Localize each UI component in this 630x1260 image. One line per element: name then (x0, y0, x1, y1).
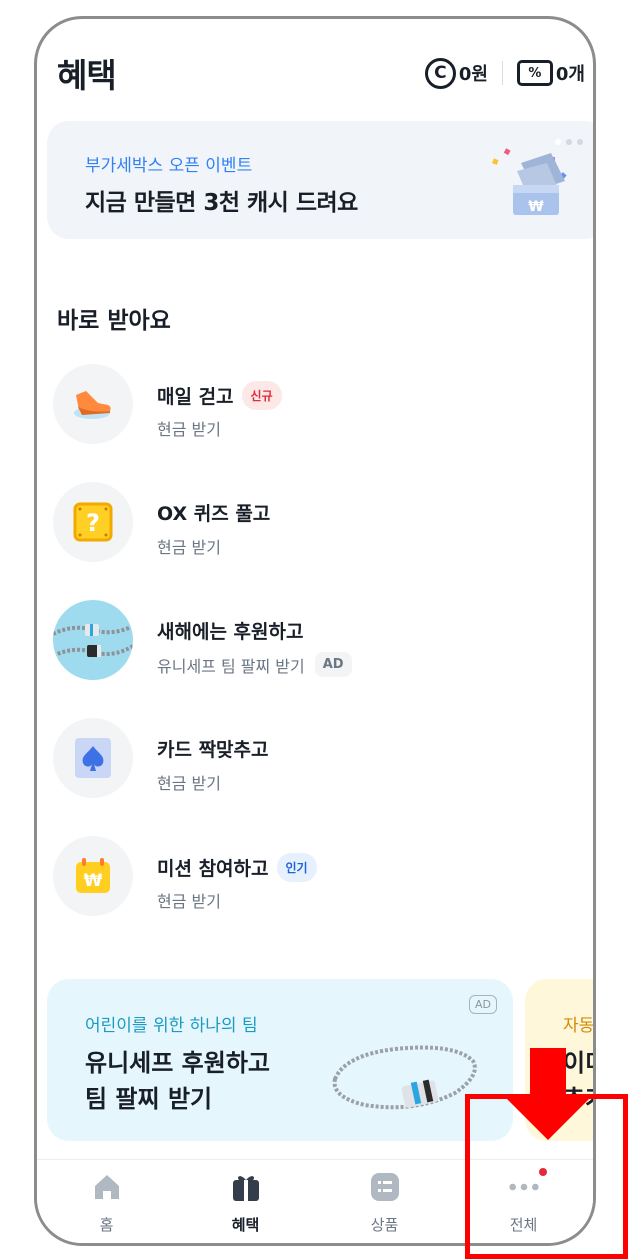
spade-card-icon (53, 718, 133, 798)
promo-subtitle: 어린이를 위한 하나의 팀 (85, 1016, 258, 1036)
new-badge: 신규 (241, 381, 282, 410)
promo2-subtitle: 자동 (563, 1016, 595, 1036)
item-title-text: 매일 걷고 (157, 386, 234, 408)
tab-label: 상품 (370, 1216, 399, 1234)
ad-label: AD (469, 995, 497, 1014)
header: 혜택 C 0원 % 0개 (37, 19, 593, 119)
item-title: 미션 참여하고 인기 (157, 853, 317, 882)
list-item-card-match[interactable]: 카드 짝맞추고 현금 받기 (37, 718, 593, 818)
ad-badge: AD (314, 652, 352, 677)
list-item-unicef[interactable]: 새해에는 후원하고 유니세프 팀 팔찌 받기 AD (37, 600, 593, 700)
coupon-count: 0개 (555, 64, 585, 85)
section-title: 바로 받아요 (57, 308, 171, 334)
calendar-won-icon: ₩ (53, 836, 133, 916)
tab-benefits[interactable]: 혜택 (176, 1160, 315, 1243)
popular-badge: 인기 (276, 853, 317, 882)
cash-balance[interactable]: C 0원 (424, 57, 488, 89)
page-title: 혜택 (57, 56, 117, 95)
question-block-icon: ? (53, 482, 133, 562)
home-icon (90, 1170, 124, 1204)
coupon-balance[interactable]: % 0개 (516, 60, 585, 86)
tab-home[interactable]: 홈 (37, 1160, 176, 1243)
tab-label: 홈 (99, 1216, 114, 1234)
tab-label: 혜택 (231, 1216, 260, 1234)
item-title: 카드 짝맞추고 (157, 739, 269, 761)
promo-title-line2: 팀 팔찌 받기 (85, 1085, 213, 1113)
bracelet-image (53, 600, 133, 680)
list-item-ox-quiz[interactable]: ? OX 퀴즈 풀고 현금 받기 (37, 482, 593, 582)
cash-amount: 0원 (458, 64, 488, 85)
item-desc: 현금 받기 (157, 538, 221, 557)
item-desc: 현금 받기 (157, 774, 221, 793)
event-banner[interactable]: 부가세박스 오픈 이벤트 지금 만들면 3천 캐시 드려요 ₩ (47, 121, 593, 239)
item-title: OX 퀴즈 풀고 (157, 503, 271, 525)
header-divider (501, 61, 503, 85)
coupon-icon: % (516, 60, 553, 86)
promo-title-line1: 유니세프 후원하고 (85, 1049, 270, 1077)
item-title-text: 미션 참여하고 (157, 858, 269, 880)
svg-text:₩: ₩ (84, 871, 103, 891)
item-desc: 현금 받기 (157, 892, 221, 911)
tab-products[interactable]: 상품 (315, 1160, 454, 1243)
unicef-promo-banner[interactable]: 어린이를 위한 하나의 팀 유니세프 후원하고 팀 팔찌 받기 AD (47, 979, 513, 1141)
cash-icon: C (424, 57, 456, 89)
item-desc: 현금 받기 (157, 420, 221, 439)
event-banner-subtitle: 부가세박스 오픈 이벤트 (85, 156, 253, 176)
svg-text:₩: ₩ (528, 199, 544, 215)
svg-text:?: ? (86, 509, 100, 537)
products-icon (368, 1170, 402, 1204)
list-item-mission[interactable]: ₩ 미션 참여하고 인기 현금 받기 (37, 836, 593, 936)
receipt-box-icon: ₩ (492, 148, 567, 215)
annotation-highlight-box (465, 1094, 628, 1259)
item-title: 새해에는 후원하고 (157, 621, 304, 643)
item-title: 매일 걷고 신규 (157, 381, 282, 410)
event-banner-title: 지금 만들면 3천 캐시 드려요 (85, 190, 358, 216)
list-item-daily-walk[interactable]: 매일 걷고 신규 현금 받기 (37, 364, 593, 464)
sneaker-icon (53, 364, 133, 444)
gift-icon (229, 1170, 263, 1204)
bracelet-image (332, 1045, 477, 1110)
item-desc-text: 유니세프 팀 팔찌 받기 (157, 656, 305, 676)
header-balances: C 0원 % 0개 (424, 57, 585, 89)
item-desc: 유니세프 팀 팔찌 받기 AD (157, 652, 352, 677)
pager-dot (577, 139, 583, 145)
